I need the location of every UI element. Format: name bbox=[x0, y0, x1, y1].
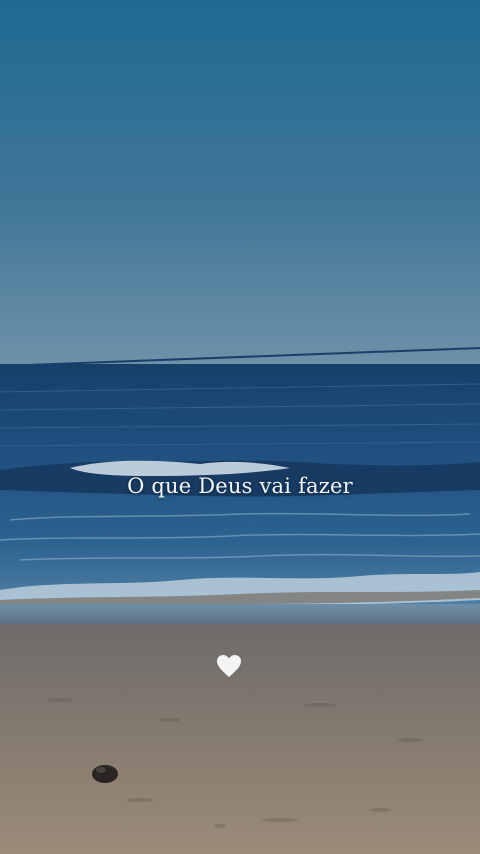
beach-scene bbox=[0, 0, 480, 854]
sky bbox=[0, 0, 480, 366]
heart-icon bbox=[217, 655, 241, 677]
video-frame: O que Deus vai fazer bbox=[0, 0, 480, 854]
lyrics-caption: O que Deus vai fazer bbox=[127, 474, 353, 498]
shell-on-sand bbox=[92, 765, 118, 783]
shell-highlight bbox=[96, 767, 106, 773]
wet-sand bbox=[0, 604, 480, 626]
